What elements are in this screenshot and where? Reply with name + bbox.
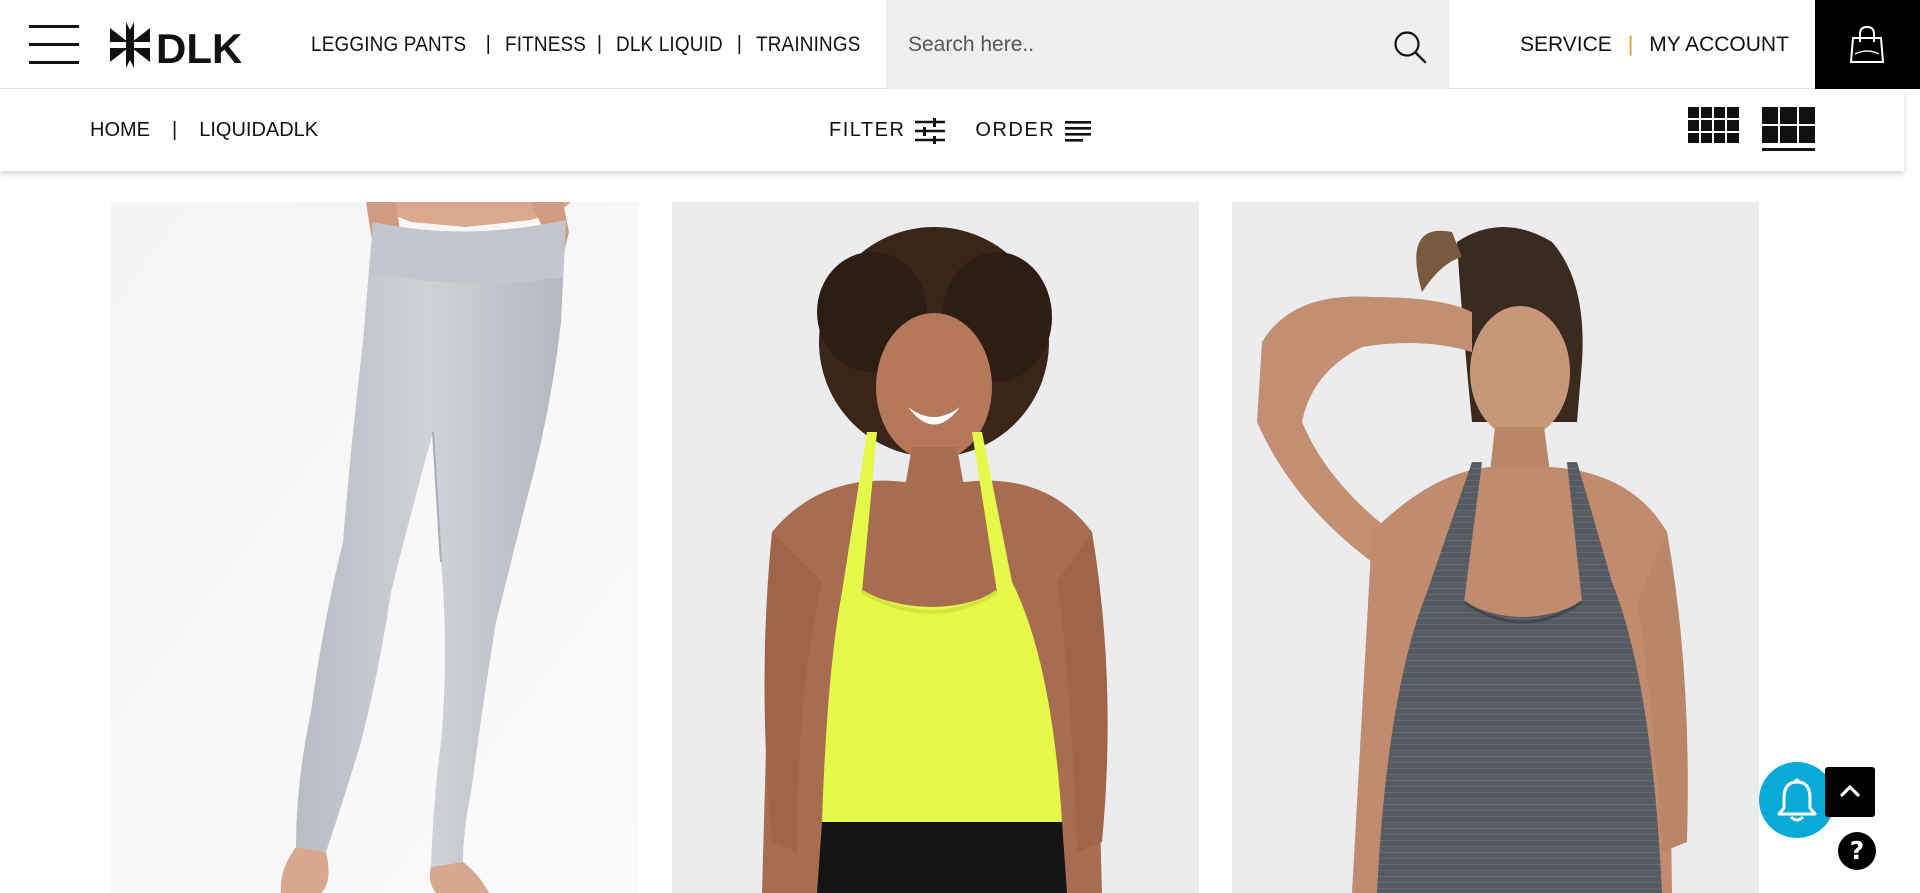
filter-button[interactable]: FILTER: [829, 117, 946, 144]
bell-icon: [1777, 778, 1817, 822]
nav-separator: |: [596, 33, 603, 55]
nav-fitness[interactable]: FITNESS: [505, 33, 586, 57]
filter-label: FILTER: [829, 119, 906, 141]
help-icon[interactable]: ?: [1838, 832, 1876, 870]
product-card[interactable]: [1232, 202, 1759, 893]
nav-dlk-liquid[interactable]: DLK LIQUID: [616, 33, 723, 57]
grid-view-toggle: [1688, 107, 1815, 152]
logo[interactable]: DLK: [106, 20, 242, 72]
order-lines-icon: [1065, 120, 1092, 142]
search-bar: [886, 0, 1449, 89]
account-nav: SERVICE | MY ACCOUNT: [1520, 0, 1789, 89]
filter-sliders-icon: [915, 117, 946, 144]
top-header: DLK LEGGING PANTS | FITNESS | DLK LIQUID…: [0, 0, 1920, 89]
my-account-link[interactable]: MY ACCOUNT: [1649, 33, 1789, 57]
breadcrumb-home[interactable]: HOME: [90, 119, 150, 142]
product-image-neon-tank-top: [672, 202, 1199, 893]
grid-4-icon[interactable]: [1688, 107, 1739, 143]
breadcrumb-separator: |: [172, 119, 178, 141]
search-icon[interactable]: [1392, 29, 1428, 65]
main-nav: LEGGING PANTS | FITNESS | DLK LIQUID | T…: [311, 0, 872, 89]
svg-text:DLK: DLK: [156, 25, 241, 70]
nav-separator: |: [485, 33, 491, 55]
product-image-gray-legging: [111, 202, 638, 893]
chevron-up-icon: [1840, 785, 1860, 797]
listing-toolbar: HOME | LIQUIDADLK FILTER ORDER: [0, 90, 1904, 171]
cart-button[interactable]: [1815, 0, 1920, 89]
breadcrumb-current[interactable]: LIQUIDADLK: [199, 119, 318, 142]
account-separator: |: [1627, 32, 1634, 56]
product-image-charcoal-tank-top: [1232, 202, 1759, 893]
product-grid: [111, 202, 1759, 893]
dlk-logo-mark: DLK: [110, 22, 242, 72]
product-card[interactable]: [672, 202, 1199, 893]
listing-tools: FILTER ORDER: [829, 90, 1092, 171]
search-input[interactable]: [908, 24, 1368, 66]
order-button[interactable]: ORDER: [975, 119, 1092, 142]
notification-button[interactable]: [1759, 762, 1835, 838]
product-card[interactable]: [111, 202, 638, 893]
grid-3-icon[interactable]: [1762, 107, 1815, 152]
nav-trainings[interactable]: TRAININGS: [756, 33, 861, 57]
nav-separator: |: [736, 33, 742, 55]
back-to-top-button[interactable]: [1825, 767, 1875, 817]
nav-legging-pants[interactable]: LEGGING PANTS: [311, 33, 466, 57]
shopping-bag-icon: [1849, 25, 1885, 63]
order-label: ORDER: [975, 119, 1056, 141]
service-link[interactable]: SERVICE: [1520, 33, 1612, 57]
menu-icon[interactable]: [29, 25, 79, 65]
breadcrumb: HOME | LIQUIDADLK: [90, 90, 318, 171]
